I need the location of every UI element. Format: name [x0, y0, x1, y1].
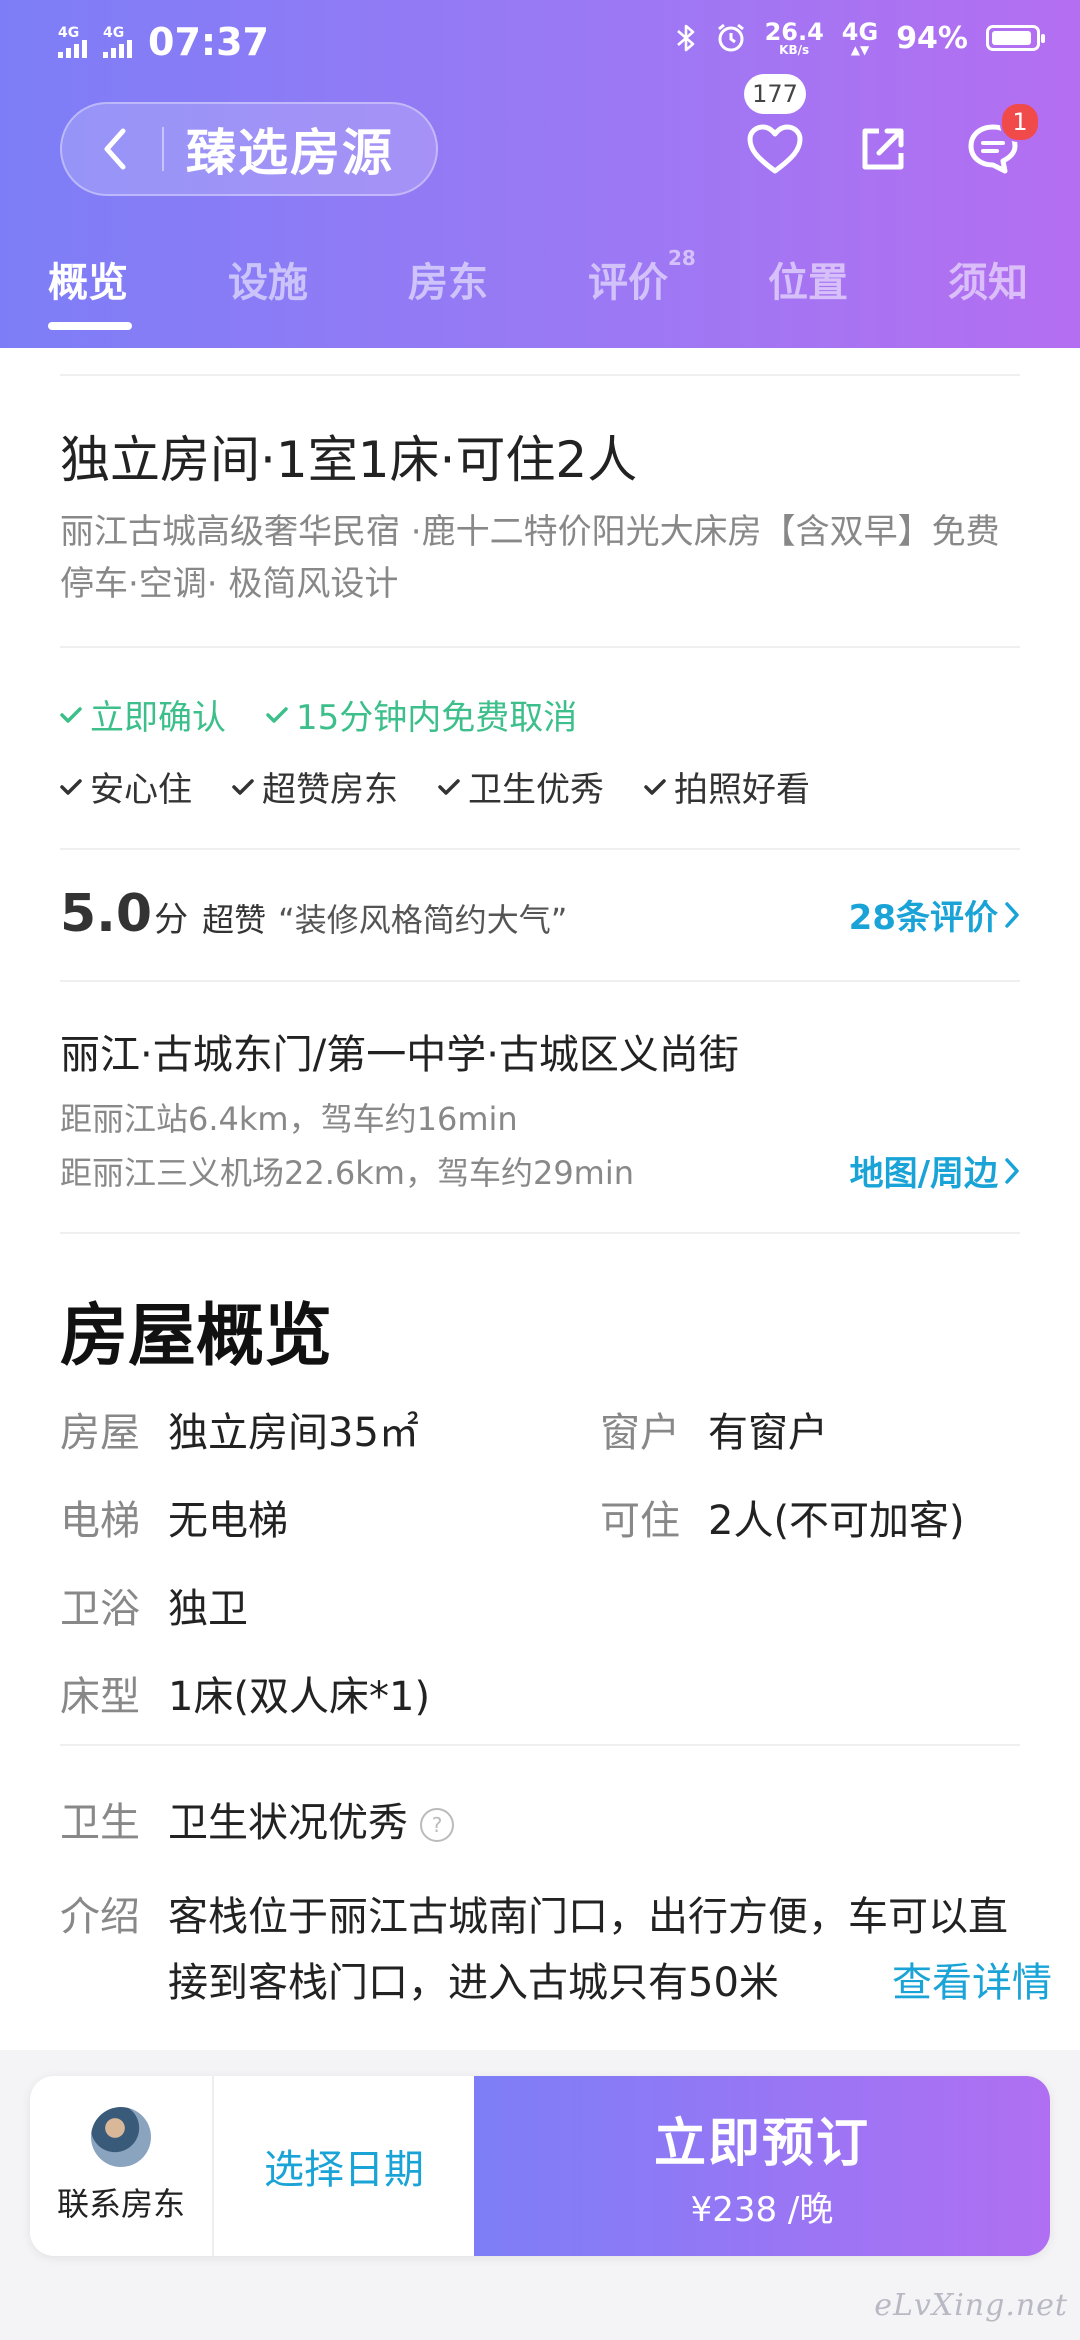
spec-elevator: 电梯 无电梯 [60, 1498, 288, 1544]
distance-station: 距丽江站6.4km，驾车约16min [60, 1100, 518, 1138]
tag-clean: 卫生优秀 [438, 762, 604, 811]
check-icon [266, 706, 288, 723]
tab-overview[interactable]: 概览 [48, 250, 128, 308]
favorite-count-badge: 177 [744, 74, 806, 114]
tab-location[interactable]: 位置 [768, 250, 848, 308]
rating-quote: “装修风格简约大气” [278, 901, 568, 939]
feature-tags: 安心住 超赞房东 卫生优秀 拍照好看 [60, 762, 810, 811]
active-tab-indicator [48, 322, 132, 330]
listing-title: 独立房间·1室1床·可住2人 [60, 431, 638, 489]
tab-notice[interactable]: 须知 [948, 250, 1028, 308]
network-speed: 26.4 KB/s [764, 18, 824, 57]
tag-photogenic: 拍照好看 [644, 762, 810, 811]
divider [60, 848, 1020, 850]
tag-super-host: 超赞房东 [232, 762, 398, 811]
rating-unit: 分 [154, 900, 189, 940]
view-details-link[interactable]: 查看详情 [852, 1950, 1052, 2008]
spec-bathroom: 卫浴 独卫 [60, 1586, 248, 1632]
reviews-link[interactable]: 28条评价 [849, 890, 1020, 939]
divider [60, 1744, 1020, 1746]
tag-free-cancel: 15分钟内免费取消 [266, 690, 577, 739]
chevron-right-icon [1005, 1157, 1019, 1184]
battery-icon [986, 25, 1045, 51]
message-badge: 1 [1000, 102, 1040, 142]
watermark: eLvXing.net [874, 2288, 1068, 2323]
signal-1: 4G [58, 26, 87, 58]
check-icon [644, 778, 666, 795]
review-count: 28 [668, 246, 696, 270]
rating-score: 5.0 [60, 884, 153, 944]
tag-safe-stay: 安心住 [60, 762, 192, 811]
alarm-icon [717, 23, 744, 52]
tab-bar: 概览 设施 房东 评价28 位置 须知 [0, 246, 1080, 330]
divider [60, 1232, 1020, 1234]
rating-label: 超赞 [202, 901, 267, 939]
header: 4G 4G 07:37 26.4 KB/s 4G ▲▼ 94% 臻选房源 177… [0, 0, 1080, 348]
host-avatar [91, 2107, 151, 2167]
back-title-pill[interactable]: 臻选房源 [60, 102, 438, 196]
mobile-data: 4G ▲▼ [841, 18, 879, 57]
divider [60, 980, 1020, 982]
overview-title: 房屋概览 [60, 1297, 333, 1376]
divider [60, 374, 1020, 376]
signal-bars-icon [58, 40, 87, 58]
tab-reviews[interactable]: 评价28 [588, 246, 696, 308]
divider [162, 127, 164, 171]
share-icon[interactable] [848, 114, 918, 184]
bluetooth-icon [676, 24, 694, 52]
network-type-2: 4G [103, 25, 125, 41]
signal-2: 4G [103, 26, 132, 58]
signal-bars-icon [103, 40, 132, 58]
clock: 07:37 [148, 20, 269, 64]
spec-window: 窗户 有窗户 [600, 1410, 828, 1456]
heart-icon[interactable] [740, 114, 810, 184]
battery-percent: 94% [896, 20, 968, 56]
listing-subtitle: 丽江古城高级奢华民宿 ·鹿十二特价阳光大床房【含双早】免费停车·空调· 极简风设… [60, 512, 1000, 604]
check-icon [438, 778, 460, 795]
price: ¥238 /晚 [690, 2190, 834, 2230]
tab-host[interactable]: 房东 [408, 250, 488, 308]
page-title: 臻选房源 [186, 124, 394, 182]
battery-fill [992, 31, 1032, 45]
chevron-right-icon [1005, 901, 1019, 928]
distance-airport: 距丽江三义机场22.6km，驾车约29min [60, 1154, 635, 1192]
spec-capacity: 可住 2人(不可加客) [600, 1498, 965, 1544]
back-arrow-icon[interactable] [82, 117, 146, 181]
book-now-button[interactable]: 立即预订 ¥238 /晚 [474, 2076, 1050, 2256]
select-date-button[interactable]: 选择日期 [214, 2076, 474, 2256]
location-title: 丽江·古城东门/第一中学·古城区义尚街 [60, 1032, 739, 1078]
help-icon[interactable]: ? [420, 1808, 454, 1842]
booking-tags: 立即确认 15分钟内免费取消 [60, 690, 577, 739]
check-icon [232, 778, 254, 795]
check-icon [60, 778, 82, 795]
network-type-1: 4G [58, 25, 80, 41]
divider [60, 646, 1020, 648]
rating-row: 5.0 分 超赞 “装修风格简约大气” 28条评价 [60, 884, 1020, 944]
status-bar: 4G 4G 07:37 26.4 KB/s 4G ▲▼ 94% [0, 0, 1080, 84]
booking-bar: 联系房东 选择日期 立即预订 ¥238 /晚 [30, 2076, 1050, 2256]
spec-room: 房屋 独立房间35㎡ [60, 1410, 419, 1456]
tab-facilities[interactable]: 设施 [228, 250, 308, 308]
map-link[interactable]: 地图/周边 [850, 1146, 1020, 1195]
contact-host-button[interactable]: 联系房东 [30, 2076, 214, 2256]
spec-bed: 床型 1床(双人床*1) [60, 1674, 431, 1720]
spec-hygiene: 卫生 卫生状况优秀? [60, 1790, 454, 1848]
check-icon [60, 706, 82, 723]
tag-instant-confirm: 立即确认 [60, 690, 226, 739]
